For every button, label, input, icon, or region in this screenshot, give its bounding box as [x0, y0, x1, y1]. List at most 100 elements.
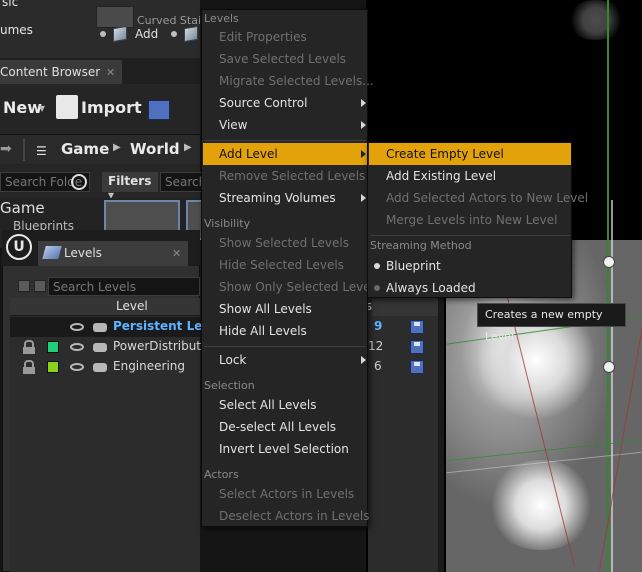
breadcrumb-game[interactable]: Game: [61, 140, 109, 158]
menu-section-visibility: Visibility: [204, 217, 251, 230]
menu-item-hide-all-levels[interactable]: Hide All Levels: [219, 320, 307, 342]
menu-item-always-loaded[interactable]: Always Loaded: [386, 277, 476, 299]
unlock-icon-body: [23, 367, 35, 374]
menu-item-streaming-volumes[interactable]: Streaming Volumes: [219, 187, 336, 209]
eye-icon[interactable]: [70, 323, 84, 331]
forward-arrow-icon[interactable]: ➡: [0, 141, 12, 157]
menu-item-deselect-all-levels[interactable]: De-select All Levels: [219, 416, 336, 438]
menu-separator: [204, 140, 366, 141]
actor-count: 6: [374, 359, 382, 373]
curved-stair-thumbnail[interactable]: [96, 6, 134, 28]
level-row-engineering[interactable]: Engineering: [10, 357, 200, 377]
level-color-swatch[interactable]: [47, 361, 59, 373]
levels-context-menu: Levels Edit Properties Save Selected Lev…: [201, 9, 380, 527]
menu-item-invert-level-selection[interactable]: Invert Level Selection: [219, 438, 349, 460]
toolbar-button-icon[interactable]: [18, 280, 30, 292]
radio-unselected-icon[interactable]: [374, 285, 380, 291]
menu-item-deselect-actors-in-levels[interactable]: Deselect Actors in Levels: [219, 505, 369, 527]
save-level-icon[interactable]: [410, 360, 424, 374]
add-button[interactable]: Add: [135, 27, 158, 41]
menu-item-add-existing-level[interactable]: Add Existing Level: [386, 165, 496, 187]
search-assets-input[interactable]: Search: [160, 172, 202, 192]
menu-item-migrate-selected-levels[interactable]: Migrate Selected Levels...: [219, 70, 374, 92]
close-icon[interactable]: ✕: [106, 66, 115, 79]
menu-item-hide-selected-levels[interactable]: Hide Selected Levels: [219, 254, 344, 276]
toolbar-button-icon[interactable]: [34, 280, 46, 292]
submenu-arrow-icon: [361, 356, 366, 364]
list-icon[interactable]: ☰: [36, 144, 47, 158]
levels-tab-label: Levels: [64, 246, 102, 260]
filters-button[interactable]: Filters ▾: [102, 172, 158, 202]
import-button[interactable]: Import: [81, 98, 142, 117]
menu-item-blueprint[interactable]: Blueprint: [386, 255, 441, 277]
submenu-arrow-icon: [361, 121, 366, 129]
chevron-down-icon: ▾: [39, 101, 46, 115]
category-volumes-label[interactable]: umes: [0, 23, 33, 37]
radio-dot-icon: [100, 31, 106, 37]
level-row-powerdistribution[interactable]: PowerDistribution: [10, 337, 219, 357]
menu-item-select-actors-in-levels[interactable]: Select Actors in Levels: [219, 483, 354, 505]
vertex-marker[interactable]: [603, 361, 615, 373]
column-header-actors[interactable]: Actors: [352, 298, 438, 316]
menu-separator: [204, 346, 366, 347]
menu-item-lock[interactable]: Lock: [219, 349, 246, 371]
light-blob: [486, 460, 596, 550]
search-levels-input[interactable]: Search Levels: [48, 277, 200, 296]
unreal-logo-icon: U: [6, 234, 32, 260]
menu-item-add-selected-actors-to-new-level[interactable]: Add Selected Actors to New Level: [386, 187, 588, 209]
column-header-level[interactable]: Level: [116, 299, 148, 313]
level-row-persistent[interactable]: Persistent Level: [10, 317, 222, 337]
menu-section-actors: Actors: [204, 468, 239, 481]
menu-item-source-control[interactable]: Source Control: [219, 92, 307, 114]
save-level-icon[interactable]: [410, 340, 424, 354]
menu-item-select-all-levels[interactable]: Select All Levels: [219, 394, 316, 416]
vertex-marker[interactable]: [603, 256, 615, 268]
submenu-arrow-icon: [361, 194, 366, 202]
levels-toolbar: Search Levels: [10, 276, 200, 298]
category-label-partial[interactable]: sic: [2, 0, 18, 9]
light-blob: [566, 0, 626, 40]
cube-icon: [184, 25, 198, 43]
grid-line: [607, 0, 609, 572]
save-level-icon[interactable]: [410, 320, 424, 334]
save-icon[interactable]: [148, 100, 170, 120]
menu-item-create-empty-level[interactable]: Create Empty Level: [386, 143, 504, 165]
chevron-right-icon: ▶: [184, 142, 192, 153]
filters-label: Filters: [108, 174, 152, 188]
menu-item-show-only-selected-levels[interactable]: Show Only Selected Levels: [219, 276, 380, 298]
menu-item-save-selected-levels[interactable]: Save Selected Levels: [219, 48, 346, 70]
breadcrumb-world[interactable]: World: [130, 140, 180, 158]
content-browser-toolbar: New ▾ Import: [0, 84, 200, 134]
content-browser-tab[interactable]: Content Browser ✕: [0, 60, 122, 84]
level-name: Engineering: [113, 359, 185, 373]
radio-dot-icon: [171, 31, 177, 37]
levels-list-right: [368, 296, 438, 572]
menu-item-show-selected-levels[interactable]: Show Selected Levels: [219, 232, 349, 254]
close-icon[interactable]: ✕: [172, 247, 181, 260]
levels-list-header: Level: [10, 298, 200, 316]
menu-item-edit-properties[interactable]: Edit Properties: [219, 26, 307, 48]
menu-section-streaming-method: Streaming Method: [370, 239, 472, 252]
submenu-arrow-icon: [361, 150, 366, 158]
tree-item-game[interactable]: Game: [0, 199, 45, 217]
path-divider: [23, 139, 25, 161]
curved-stair-label: Curved Stai: [137, 14, 202, 27]
menu-item-merge-levels-into-new-level[interactable]: Merge Levels into New Level: [386, 209, 557, 231]
eye-icon[interactable]: [70, 343, 84, 351]
levels-icon: [42, 246, 62, 259]
new-button[interactable]: New: [3, 98, 42, 117]
radio-selected-icon[interactable]: [374, 263, 380, 269]
menu-item-view[interactable]: View: [219, 114, 247, 136]
menu-item-show-all-levels[interactable]: Show All Levels: [219, 298, 312, 320]
eye-icon[interactable]: [70, 363, 84, 371]
actor-count: 12: [368, 339, 384, 353]
level-color-swatch[interactable]: [47, 341, 59, 353]
search-icon[interactable]: [71, 174, 87, 190]
menu-separator: [370, 235, 570, 236]
menu-section-selection: Selection: [204, 379, 255, 392]
menu-item-add-level[interactable]: Add Level: [219, 143, 278, 165]
cube-icon: [113, 25, 127, 43]
levels-tab[interactable]: Levels ✕: [38, 241, 188, 266]
import-icon: [56, 95, 78, 119]
menu-item-remove-selected-levels[interactable]: Remove Selected Levels: [219, 165, 365, 187]
